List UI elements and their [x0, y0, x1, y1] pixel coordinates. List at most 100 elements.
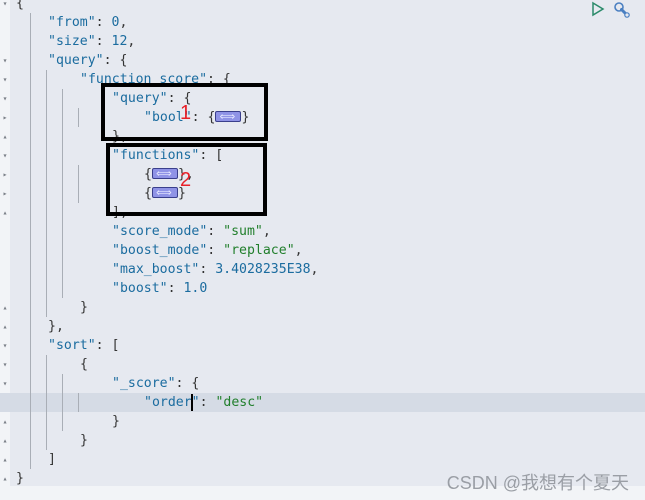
code-line[interactable]: ▾ "query": { [0, 51, 645, 70]
punctuation: } [80, 300, 88, 315]
json-number: 12 [111, 34, 128, 49]
code-line[interactable]: ▾ "query": { [0, 89, 645, 108]
fold-down-icon[interactable]: ▾ [1, 89, 9, 108]
indent-guide [30, 51, 31, 70]
code-line[interactable]: ▴}, [0, 127, 645, 146]
json-string: "replace" [223, 243, 295, 258]
indent-guide [30, 355, 31, 374]
fold-up-icon[interactable]: ▴ [1, 412, 9, 431]
fold-down-icon[interactable]: ▾ [1, 51, 9, 70]
json-key: "from" [48, 15, 96, 30]
fold-right-icon[interactable]: ▸ [1, 108, 9, 127]
indent-guide [78, 184, 79, 203]
code-text: "size": 12, [48, 32, 135, 51]
fold-up-icon[interactable]: ▴ [1, 431, 9, 450]
indent-guide [46, 412, 47, 431]
json-string: "desc" [215, 395, 264, 410]
code-line[interactable]: "score_mode": "sum", [0, 222, 645, 241]
code-line[interactable]: ▾ "sort": [ [0, 336, 645, 355]
code-text: "query": { [48, 51, 127, 70]
indent-guide [46, 222, 47, 241]
indent-guide [46, 298, 47, 317]
code-line[interactable]: ▴], [0, 203, 645, 222]
indent-guide [30, 184, 31, 203]
indent-guide [62, 184, 63, 203]
code-line[interactable]: ▴} [0, 431, 645, 450]
indent-guide [30, 241, 31, 260]
punctuation: }, [48, 319, 64, 334]
code-line[interactable]: ▸"bool": {} [0, 107, 645, 127]
code-text: "max_boost": 3.4028235E38, [112, 260, 318, 279]
code-line[interactable]: ▴} [0, 298, 645, 317]
indent-guide [62, 108, 63, 127]
punctuation: , [310, 262, 319, 277]
punctuation: : [ [95, 338, 120, 353]
indent-guide [30, 89, 31, 108]
indent-guide [30, 32, 31, 51]
punctuation: , [262, 224, 271, 239]
fold-up-icon[interactable]: ▴ [1, 203, 9, 222]
code-line[interactable]: "boost": 1.0 [0, 279, 645, 298]
indent-guide [46, 279, 47, 298]
indent-guide [30, 222, 31, 241]
play-icon[interactable] [591, 1, 605, 21]
wrench-icon[interactable] [613, 1, 631, 23]
code-text: "_score": { [112, 374, 199, 393]
indent-guide [78, 165, 79, 184]
annotation-label-2: 2 [180, 169, 192, 191]
code-line[interactable]: ▾ "_score": { [0, 374, 645, 393]
code-line[interactable]: "size": 12, [0, 32, 645, 51]
indent-guide [62, 393, 63, 412]
punctuation: { [16, 0, 24, 11]
punctuation: , [119, 15, 128, 30]
code-line[interactable]: "boost_mode": "replace", [0, 241, 645, 260]
fold-up-icon[interactable]: ▴ [1, 317, 9, 336]
json-key: "_score" [112, 376, 176, 391]
code-line[interactable]: ▾ "function_score": { [0, 70, 645, 89]
code-line[interactable]: ▸{}, [0, 164, 645, 184]
fold-down-icon[interactable]: ▾ [1, 336, 9, 355]
fold-down-icon[interactable]: ▾ [1, 0, 9, 13]
punctuation: : [199, 262, 216, 277]
watermark: CSDN @我想有个夏天 [446, 473, 629, 493]
json-number: 3.4028235E38 [215, 262, 311, 277]
code-line[interactable]: "max_boost": 3.4028235E38, [0, 260, 645, 279]
fold-right-icon[interactable]: ▸ [1, 184, 9, 203]
code-line[interactable]: ▴] [0, 450, 645, 469]
fold-down-icon[interactable]: ▾ [1, 146, 9, 165]
indent-guide [30, 70, 31, 89]
fold-up-icon[interactable]: ▴ [1, 469, 9, 488]
code-line[interactable]: "order": "desc" [0, 393, 645, 412]
punctuation: : [167, 281, 184, 296]
fold-down-icon[interactable]: ▾ [1, 374, 9, 393]
fold-right-icon[interactable]: ▸ [1, 165, 9, 184]
code-line[interactable]: ▾{ [0, 355, 645, 374]
annotation-label-1: 1 [180, 102, 192, 124]
fold-down-icon[interactable]: ▾ [1, 355, 9, 374]
code-line[interactable]: ▴}, [0, 317, 645, 336]
indent-guide [62, 89, 63, 108]
code-text: ] [48, 450, 56, 469]
code-line[interactable]: ▾ "functions": [ [0, 146, 645, 165]
fold-up-icon[interactable]: ▴ [1, 127, 9, 146]
punctuation: : [95, 15, 112, 30]
json-key: "order [144, 395, 192, 410]
indent-guide [30, 374, 31, 393]
code-line[interactable]: ▸{} [0, 183, 645, 203]
indent-guide [46, 431, 47, 450]
code-line[interactable]: ▴} [0, 412, 645, 431]
code-text: { [16, 0, 24, 13]
indent-guide [46, 203, 47, 222]
code-editor[interactable]: ▾{"from": 0, "size": 12, ▾ "query": {▾ "func… [0, 0, 645, 500]
indent-guide [62, 203, 63, 222]
code-text: }, [48, 317, 64, 336]
indent-guide [30, 146, 31, 165]
code-line[interactable]: "from": 0, [0, 13, 645, 32]
code-line[interactable]: ▾{ [0, 0, 645, 13]
code-text: "order": "desc" [144, 393, 263, 412]
json-string: "sum" [223, 224, 263, 239]
punctuation: } [112, 414, 120, 429]
fold-up-icon[interactable]: ▴ [1, 298, 9, 317]
fold-up-icon[interactable]: ▴ [1, 450, 9, 469]
fold-down-icon[interactable]: ▾ [1, 70, 9, 89]
